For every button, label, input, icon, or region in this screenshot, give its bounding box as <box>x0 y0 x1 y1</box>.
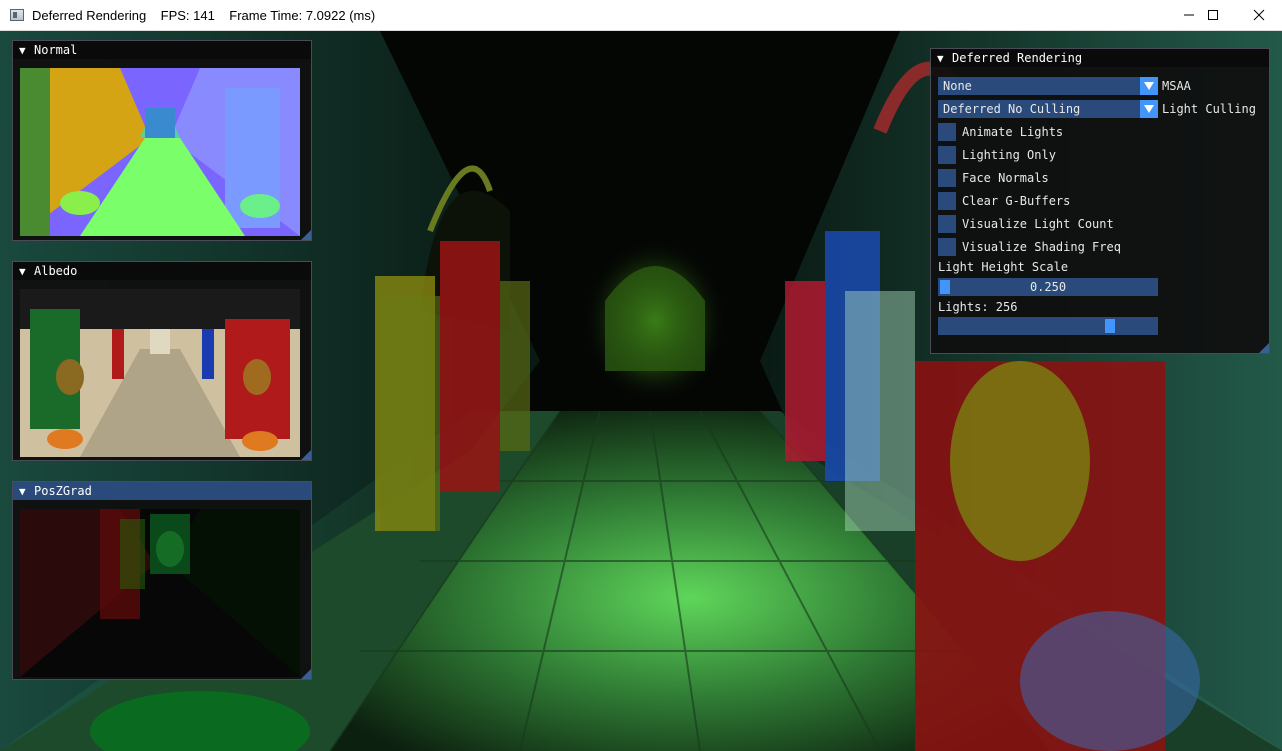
window-title: Deferred Rendering FPS: 141 Frame Time: … <box>32 8 376 23</box>
msaa-combo[interactable]: None <box>938 77 1158 95</box>
visualize-shading-freq-checkbox[interactable] <box>938 238 956 256</box>
poszgrad-view-window[interactable]: ▼ PosZGrad <box>12 481 312 680</box>
face-normals-checkbox[interactable] <box>938 169 956 187</box>
animate-lights-label: Animate Lights <box>962 125 1064 139</box>
app-icon <box>10 9 24 21</box>
collapse-arrow-icon[interactable]: ▼ <box>19 44 26 57</box>
msaa-value: None <box>943 79 972 93</box>
slider-grab[interactable] <box>1104 319 1115 333</box>
face-normals-label: Face Normals <box>962 171 1049 185</box>
light-height-scale-label: Light Height Scale <box>938 260 1069 274</box>
close-icon <box>1253 9 1265 21</box>
visualize-light-count-label: Visualize Light Count <box>962 217 1114 231</box>
window-title-bar[interactable]: ▼ Deferred Rendering <box>931 49 1269 67</box>
msaa-label: MSAA <box>1162 79 1191 93</box>
resize-grip[interactable] <box>1259 343 1269 353</box>
lights-label: Lights: 256 <box>938 300 1018 314</box>
lights-slider[interactable] <box>938 317 1158 335</box>
maximize-button[interactable] <box>1190 0 1236 30</box>
animate-lights-checkbox[interactable] <box>938 123 956 141</box>
light-height-scale-slider[interactable]: 0.250 <box>938 278 1158 296</box>
albedo-view-window[interactable]: ▼ Albedo <box>12 261 312 461</box>
normal-buffer-image <box>20 68 300 236</box>
light-culling-value: Deferred No Culling <box>943 102 1081 116</box>
window-title: Normal <box>34 43 78 57</box>
light-culling-label: Light Culling <box>1162 102 1256 116</box>
window-title: PosZGrad <box>34 484 92 498</box>
poszgrad-buffer-image <box>20 509 300 677</box>
collapse-arrow-icon[interactable]: ▼ <box>937 52 944 65</box>
lighting-only-checkbox[interactable] <box>938 146 956 164</box>
window-title-bar[interactable]: ▼ Normal <box>13 41 311 59</box>
window-title-bar[interactable]: ▼ PosZGrad <box>13 482 311 500</box>
collapse-arrow-icon[interactable]: ▼ <box>19 265 26 278</box>
resize-grip[interactable] <box>301 230 311 240</box>
window-title: Deferred Rendering <box>952 51 1083 65</box>
clear-gbuffers-checkbox[interactable] <box>938 192 956 210</box>
lighting-only-label: Lighting Only <box>962 148 1056 162</box>
window-title: Albedo <box>34 264 78 278</box>
window-title-bar[interactable]: ▼ Albedo <box>13 262 311 280</box>
clear-gbuffers-label: Clear G-Buffers <box>962 194 1071 208</box>
light-height-scale-value: 0.250 <box>1029 280 1067 294</box>
albedo-buffer-image <box>20 289 300 457</box>
maximize-icon <box>1208 10 1218 20</box>
visualize-light-count-checkbox[interactable] <box>938 215 956 233</box>
title-bar: Deferred Rendering FPS: 141 Frame Time: … <box>0 0 1282 31</box>
dropdown-arrow-icon[interactable] <box>1140 100 1158 118</box>
close-button[interactable] <box>1236 0 1282 30</box>
dropdown-arrow-icon[interactable] <box>1140 77 1158 95</box>
resize-grip[interactable] <box>301 669 311 679</box>
normal-view-window[interactable]: ▼ Normal <box>12 40 312 241</box>
visualize-shading-freq-label: Visualize Shading Freq <box>962 240 1121 254</box>
collapse-arrow-icon[interactable]: ▼ <box>19 485 26 498</box>
light-culling-combo[interactable]: Deferred No Culling <box>938 100 1158 118</box>
settings-window[interactable]: ▼ Deferred Rendering None MSAA Deferred … <box>930 48 1270 354</box>
resize-grip[interactable] <box>301 450 311 460</box>
